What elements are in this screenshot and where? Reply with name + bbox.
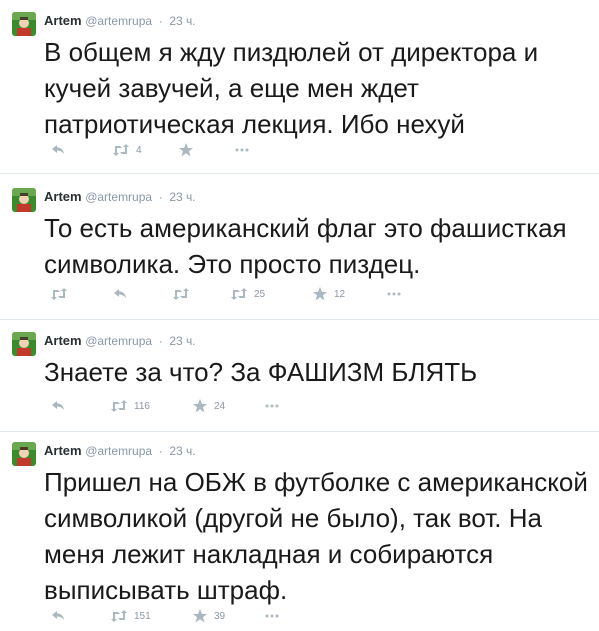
- retweet-icon: [111, 400, 127, 412]
- tweet-header: Artem @artemrupa · 23 ч.: [44, 188, 196, 206]
- retweet-button[interactable]: 116: [110, 398, 150, 414]
- author-name[interactable]: Artem: [44, 189, 82, 204]
- tweet-2[interactable]: Artem @artemrupa · 23 ч. То есть америка…: [0, 184, 599, 320]
- separator: ·: [158, 334, 163, 348]
- more-icon: [235, 148, 249, 152]
- author-handle[interactable]: @artemrupa: [85, 334, 152, 348]
- retweet-count-button[interactable]: 25: [230, 286, 265, 302]
- author-handle[interactable]: @artemrupa: [85, 190, 152, 204]
- retweet-icon: [111, 610, 127, 622]
- star-icon: [193, 399, 207, 413]
- author-handle[interactable]: @artemrupa: [85, 14, 152, 28]
- retweet-icon: [231, 288, 247, 300]
- timestamp[interactable]: 23 ч.: [169, 190, 195, 204]
- tweet-header: Artem @artemrupa · 23 ч.: [44, 12, 196, 30]
- retweet-button[interactable]: [172, 286, 190, 302]
- favorite-count: 39: [214, 610, 226, 622]
- star-icon: [193, 609, 207, 623]
- timestamp[interactable]: 23 ч.: [169, 334, 195, 348]
- more-icon: [265, 404, 279, 408]
- favorite-count: 24: [214, 400, 226, 412]
- separator: ·: [158, 190, 163, 204]
- more-button[interactable]: [264, 398, 280, 414]
- author-name[interactable]: Artem: [44, 13, 82, 28]
- reply-button[interactable]: [112, 286, 128, 302]
- timestamp[interactable]: 23 ч.: [169, 14, 195, 28]
- more-icon: [387, 292, 401, 296]
- reply-icon: [114, 289, 126, 298]
- more-button[interactable]: [386, 286, 402, 302]
- retweet-icon: [113, 144, 129, 156]
- tweet-text: То есть американский флаг это фашисткая …: [44, 213, 567, 279]
- retweet-count: 4: [136, 144, 142, 156]
- reply-icon: [52, 401, 64, 410]
- tweet-text: В общем я жду пиздюлей от директора и ку…: [44, 37, 539, 139]
- retweet-count: 151: [134, 610, 151, 622]
- avatar[interactable]: [12, 12, 36, 36]
- star-icon: [179, 143, 193, 157]
- favorite-button[interactable]: 39: [192, 608, 225, 624]
- retweet-icon: [173, 288, 189, 300]
- author-handle[interactable]: @artemrupa: [85, 444, 152, 458]
- favorite-button[interactable]: 12: [312, 286, 345, 302]
- tweet-text: Пришел на ОБЖ в футболке с американской …: [44, 467, 588, 605]
- retweet-count: 25: [254, 288, 266, 300]
- tweet-text: Знаете за что? За ФАШИЗМ БЛЯТЬ: [44, 357, 478, 387]
- separator: ·: [158, 444, 163, 458]
- author-name[interactable]: Artem: [44, 443, 82, 458]
- retweet-icon: [51, 288, 67, 300]
- retweet-button[interactable]: 4: [112, 142, 142, 158]
- more-icon: [265, 614, 279, 618]
- timestamp[interactable]: 23 ч.: [169, 444, 195, 458]
- tweet-4[interactable]: Artem @artemrupa · 23 ч. Пришел на ОБЖ в…: [0, 438, 599, 631]
- reply-icon: [52, 611, 64, 620]
- tweet-3[interactable]: Artem @artemrupa · 23 ч. Знаете за что? …: [0, 328, 599, 432]
- star-icon: [313, 287, 327, 301]
- more-button[interactable]: [234, 142, 250, 158]
- favorite-count: 12: [334, 288, 346, 300]
- author-name[interactable]: Artem: [44, 333, 82, 348]
- tweet-header: Artem @artemrupa · 23 ч.: [44, 442, 196, 460]
- tweet-header: Artem @artemrupa · 23 ч.: [44, 332, 196, 350]
- retweeted-indicator: [50, 286, 68, 302]
- favorite-button[interactable]: [178, 142, 194, 158]
- avatar[interactable]: [12, 332, 36, 356]
- more-button[interactable]: [264, 608, 280, 624]
- reply-button[interactable]: [50, 398, 66, 414]
- tweet-1[interactable]: Artem @artemrupa · 23 ч. В общем я жду п…: [0, 8, 599, 174]
- retweet-button[interactable]: 151: [110, 608, 151, 624]
- reply-icon: [52, 145, 64, 154]
- favorite-button[interactable]: 24: [192, 398, 225, 414]
- reply-button[interactable]: [50, 608, 66, 624]
- retweet-count: 116: [134, 400, 150, 412]
- reply-button[interactable]: [50, 142, 66, 158]
- separator: ·: [158, 14, 163, 28]
- avatar[interactable]: [12, 188, 36, 212]
- avatar[interactable]: [12, 442, 36, 466]
